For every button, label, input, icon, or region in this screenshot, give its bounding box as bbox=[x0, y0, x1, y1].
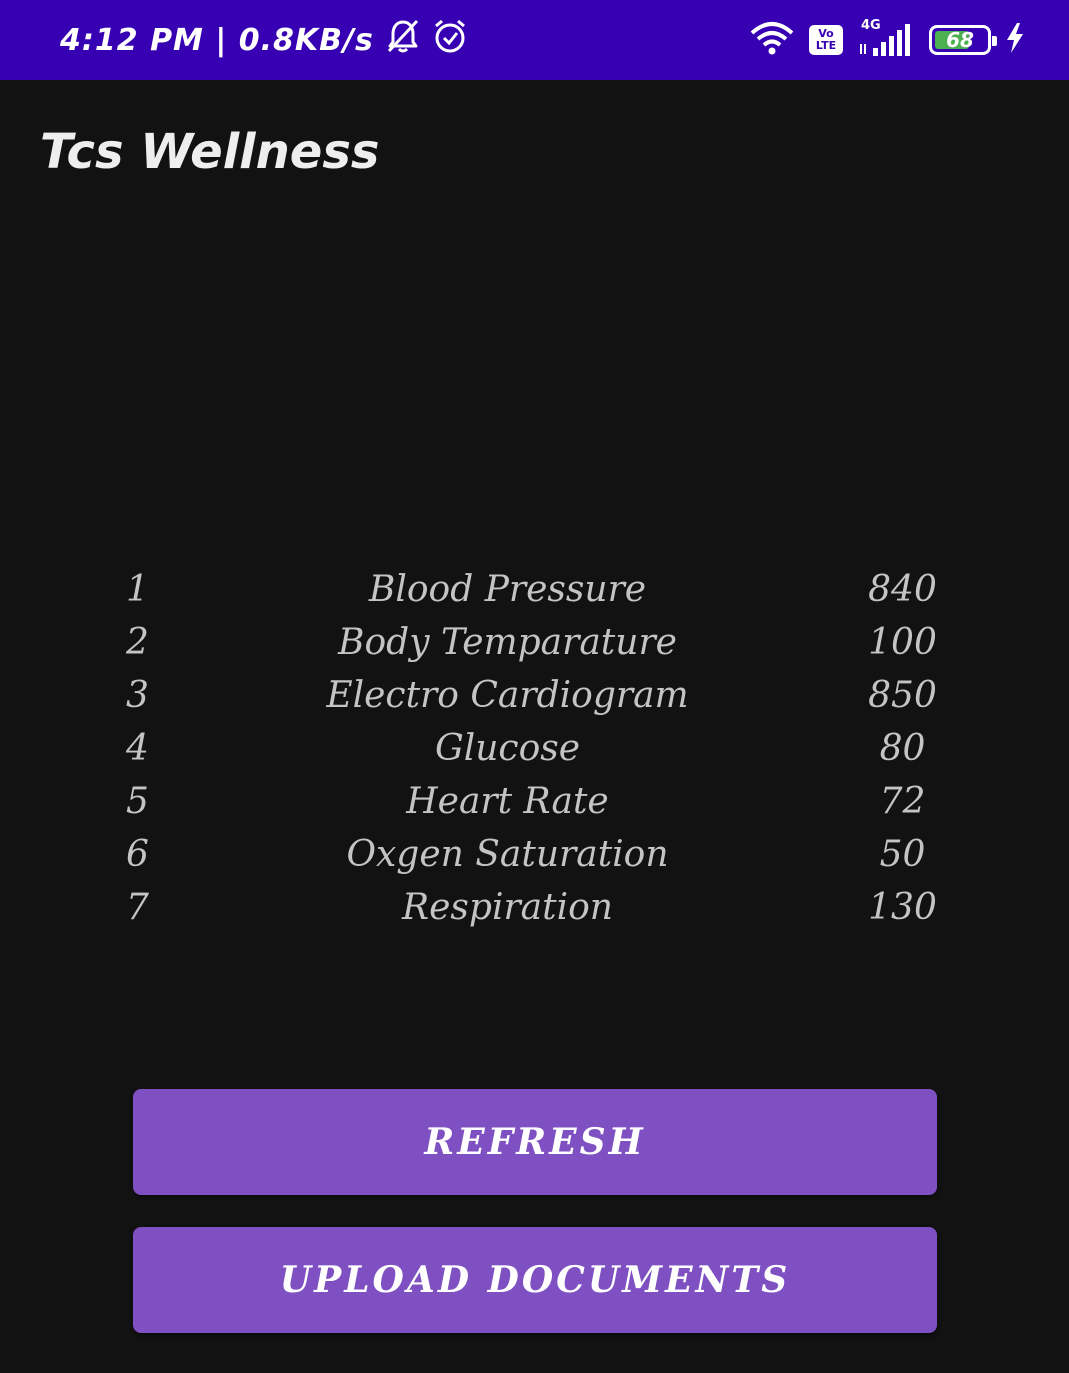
vital-row: 7 Respiration 130 bbox=[90, 881, 990, 934]
status-right: Vo LTE 4G 68 bbox=[749, 0, 1025, 80]
vital-index: 5 bbox=[126, 781, 149, 822]
vital-value: 850 bbox=[868, 675, 937, 716]
vital-index: 2 bbox=[126, 622, 149, 663]
vital-name: Heart Rate bbox=[406, 781, 609, 822]
status-bar: 4:12 PM | 0.8KB/s Vo LTE 4G 68 bbox=[0, 0, 1069, 80]
vital-row: 3 Electro Cardiogram 850 bbox=[90, 669, 990, 722]
vital-value: 840 bbox=[868, 569, 937, 610]
vital-name: Body Temparature bbox=[338, 622, 677, 663]
status-time-speed: 4:12 PM | 0.8KB/s bbox=[60, 22, 374, 58]
vital-name: Glucose bbox=[434, 728, 581, 769]
vital-value: 72 bbox=[879, 781, 926, 822]
volte-bottom-label: LTE bbox=[815, 39, 837, 52]
wifi-icon bbox=[749, 21, 795, 59]
alarm-icon bbox=[432, 18, 468, 62]
vital-index: 4 bbox=[126, 728, 149, 769]
vital-row: 1 Blood Pressure 840 bbox=[90, 563, 990, 616]
upload-documents-button[interactable]: UPLOAD DOCUMENTS bbox=[133, 1227, 937, 1333]
battery-level: 68 bbox=[946, 28, 974, 52]
volte-icon: Vo LTE bbox=[809, 25, 843, 55]
status-left: 4:12 PM | 0.8KB/s bbox=[60, 0, 468, 80]
vital-value: 100 bbox=[868, 622, 937, 663]
bell-off-icon bbox=[386, 18, 420, 62]
signal-icon: 4G bbox=[857, 18, 915, 58]
vital-index: 3 bbox=[126, 675, 149, 716]
app-title: Tcs Wellness bbox=[40, 124, 380, 180]
vital-row: 4 Glucose 80 bbox=[90, 722, 990, 775]
vital-name: Electro Cardiogram bbox=[326, 675, 689, 716]
vital-value: 130 bbox=[868, 887, 937, 928]
charging-icon bbox=[1005, 22, 1025, 58]
vital-row: 2 Body Temparature 100 bbox=[90, 616, 990, 669]
vital-name: Respiration bbox=[402, 887, 613, 928]
vital-name: Blood Pressure bbox=[368, 569, 647, 610]
vital-name: Oxgen Saturation bbox=[346, 834, 669, 875]
vital-index: 1 bbox=[126, 569, 149, 610]
battery-icon: 68 bbox=[929, 25, 997, 55]
vital-index: 6 bbox=[126, 834, 149, 875]
vitals-list: 1 Blood Pressure 840 2 Body Temparature … bbox=[90, 563, 990, 934]
vital-value: 50 bbox=[879, 834, 926, 875]
vital-row: 5 Heart Rate 72 bbox=[90, 775, 990, 828]
battery-nub bbox=[992, 36, 997, 46]
vital-row: 6 Oxgen Saturation 50 bbox=[90, 828, 990, 881]
vital-index: 7 bbox=[126, 887, 149, 928]
vital-value: 80 bbox=[879, 728, 926, 769]
refresh-button[interactable]: REFRESH bbox=[133, 1089, 937, 1195]
